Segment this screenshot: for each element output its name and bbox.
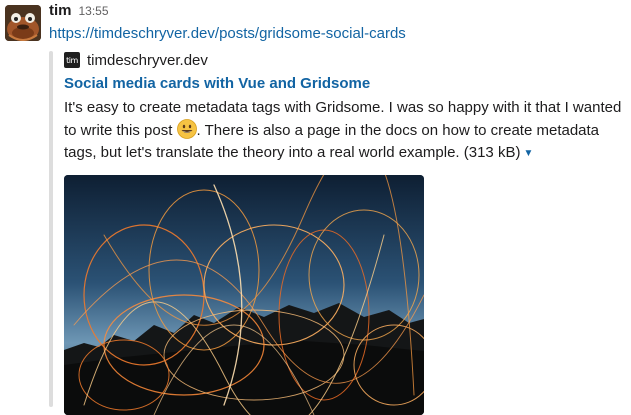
smiley-emoji-icon — [176, 119, 197, 139]
message-header: tim 13:55 — [49, 2, 624, 22]
attachment-accent-bar — [49, 51, 53, 407]
sender-name[interactable]: tim — [49, 2, 72, 19]
chat-message: tim 13:55 https://timdeschryver.dev/post… — [0, 0, 631, 415]
message-link[interactable]: https://timdeschryver.dev/posts/gridsome… — [49, 24, 624, 44]
avatar[interactable] — [5, 5, 41, 41]
link-unfurl: tim timdeschryver.dev Social media cards… — [49, 49, 631, 415]
message-body: tim 13:55 https://timdeschryver.dev/post… — [49, 2, 624, 415]
file-size: (313 kB) — [463, 144, 521, 161]
avatar-image — [5, 5, 41, 41]
message-timestamp[interactable]: 13:55 — [79, 4, 109, 18]
service-row: tim timdeschryver.dev — [64, 49, 631, 71]
attachment-title-link[interactable]: Social media cards with Vue and Gridsome — [64, 74, 631, 94]
light-painting-image — [64, 175, 424, 415]
caret-down-icon[interactable]: ▼ — [523, 143, 533, 165]
attachment-description: It's easy to create metadata tags with G… — [64, 97, 624, 165]
service-icon: tim — [64, 52, 80, 68]
service-name: timdeschryver.dev — [87, 51, 208, 69]
preview-image[interactable] — [64, 175, 424, 415]
